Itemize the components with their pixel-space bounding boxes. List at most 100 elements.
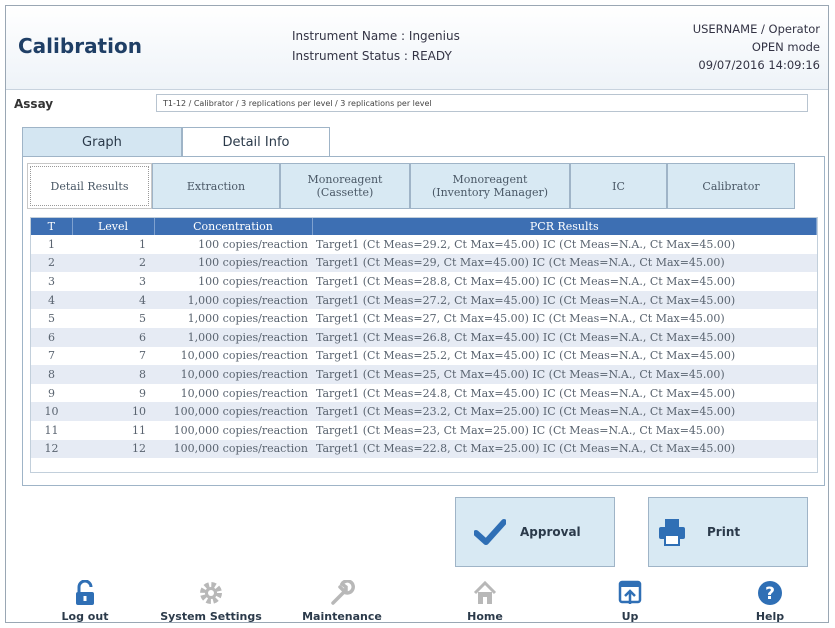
assay-label: Assay: [14, 97, 54, 111]
cell-level: 10: [72, 402, 154, 421]
subtab-detail-results[interactable]: Detail Results: [27, 163, 152, 209]
nav-system-settings-label: System Settings: [160, 610, 262, 623]
wrench-icon: [282, 578, 402, 606]
instrument-info: Instrument Name : Ingenius Instrument St…: [292, 26, 460, 66]
cell-t: 1: [31, 235, 72, 254]
table-row[interactable]: 1 1 100 copies/reaction Target1 (Ct Meas=29…: [31, 235, 817, 254]
cell-t: 8: [31, 365, 72, 384]
tab-graph[interactable]: Graph: [22, 127, 182, 157]
nav-up[interactable]: Up: [570, 578, 690, 623]
cell-pcr-results: Target1 (Ct Meas=27.2, Ct Max=45.00) IC …: [312, 290, 817, 310]
cell-level: 2: [72, 253, 154, 273]
up-arrow-icon: [570, 578, 690, 606]
cell-level: 4: [72, 290, 154, 310]
approval-button[interactable]: Approval: [455, 497, 615, 567]
table-row[interactable]: 8 8 10,000 copies/reaction Target1 (Ct Meas…: [31, 365, 817, 384]
user-info: USERNAME / Operator OPEN mode 09/07/2016…: [693, 20, 820, 74]
cell-concentration: 1,000 copies/reaction: [154, 309, 312, 328]
cell-pcr-results: Target1 (Ct Meas=22.8, Ct Max=25.00) IC …: [312, 439, 817, 459]
cell-concentration: 1,000 copies/reaction: [154, 290, 312, 310]
cell-level: 1: [72, 235, 154, 254]
cell-t: 10: [31, 402, 72, 421]
cell-level: 3: [72, 272, 154, 291]
assay-field: T1-12 / Calibrator / 3 replications per …: [156, 94, 808, 112]
datetime: 09/07/2016 14:09:16: [698, 58, 820, 72]
username: USERNAME / Operator: [692, 22, 820, 36]
svg-text:?: ?: [765, 584, 775, 604]
cell-t: 7: [31, 346, 72, 366]
cell-t: 6: [31, 327, 72, 347]
nav-logout-label: Log out: [61, 610, 109, 623]
table-row[interactable]: 12 12 100,000 copies/reaction Target1 (Ct M…: [31, 439, 817, 459]
table-row[interactable]: 9 9 10,000 copies/reaction Target1 (Ct Meas…: [31, 383, 817, 403]
nav-maintenance[interactable]: Maintenance: [282, 578, 402, 623]
subtab-ic[interactable]: IC: [570, 163, 667, 209]
cell-concentration: 100 copies/reaction: [154, 272, 312, 291]
cell-level: 12: [72, 439, 154, 459]
table-row[interactable]: 6 6 1,000 copies/reaction Target1 (Ct Meas=…: [31, 327, 817, 347]
gear-icon: [151, 578, 271, 606]
subtab-monoreagent-inventory[interactable]: Monoreagent (Inventory Manager): [410, 163, 570, 209]
nav-help[interactable]: ? Help: [710, 578, 830, 623]
cell-pcr-results: Target1 (Ct Meas=28.8, Ct Max=45.00) IC …: [312, 272, 817, 291]
table-row[interactable]: 4 4 1,000 copies/reaction Target1 (Ct Meas=…: [31, 290, 817, 310]
results-table-container: T Level Concentration PCR Results 1 1 100 …: [30, 217, 818, 473]
printer-icon: [657, 517, 687, 547]
table-row[interactable]: 11 11 100,000 copies/reaction Target1 (Ct M…: [31, 420, 817, 440]
subtab-extraction[interactable]: Extraction: [152, 163, 280, 209]
nav-home-label: Home: [467, 610, 503, 623]
table-row[interactable]: 5 5 1,000 copies/reaction Target1 (Ct Meas=…: [31, 309, 817, 328]
cell-pcr-results: Target1 (Ct Meas=25.2, Ct Max=45.00) IC …: [312, 346, 817, 366]
instrument-name: Instrument Name : Ingenius: [292, 29, 460, 43]
cell-concentration: 10,000 copies/reaction: [154, 346, 312, 366]
col-header-pcr-results[interactable]: PCR Results: [312, 218, 817, 235]
nav-system-settings[interactable]: System Settings: [151, 578, 271, 623]
approval-label: Approval: [520, 525, 581, 539]
cell-pcr-results: Target1 (Ct Meas=27, Ct Max=45.00) IC (C…: [312, 309, 817, 328]
cell-pcr-results: Target1 (Ct Meas=25, Ct Max=45.00) IC (C…: [312, 365, 817, 384]
nav-logout[interactable]: Log out: [25, 578, 145, 623]
cell-concentration: 1,000 copies/reaction: [154, 327, 312, 347]
table-header-row: T Level Concentration PCR Results: [31, 218, 817, 235]
cell-t: 12: [31, 439, 72, 459]
cell-level: 7: [72, 346, 154, 366]
cell-pcr-results: Target1 (Ct Meas=29, Ct Max=45.00) IC (C…: [312, 253, 817, 273]
nav-up-label: Up: [621, 610, 639, 623]
col-header-concentration[interactable]: Concentration: [154, 218, 313, 235]
mode: OPEN mode: [751, 40, 820, 54]
cell-t: 3: [31, 272, 72, 291]
cell-pcr-results: Target1 (Ct Meas=23.2, Ct Max=25.00) IC …: [312, 402, 817, 421]
cell-t: 4: [31, 290, 72, 310]
cell-t: 2: [31, 253, 72, 273]
tab-detail-info[interactable]: Detail Info: [182, 127, 330, 157]
cell-level: 6: [72, 327, 154, 347]
cell-concentration: 100,000 copies/reaction: [154, 420, 312, 440]
cell-concentration: 10,000 copies/reaction: [154, 383, 312, 403]
home-icon: [425, 578, 545, 606]
cell-pcr-results: Target1 (Ct Meas=23, Ct Max=25.00) IC (C…: [312, 420, 817, 440]
question-icon: ?: [710, 578, 830, 606]
checkmark-icon: [474, 519, 506, 545]
cell-concentration: 100 copies/reaction: [154, 253, 312, 273]
cell-concentration: 100 copies/reaction: [154, 235, 312, 254]
cell-pcr-results: Target1 (Ct Meas=29.2, Ct Max=45.00) IC …: [312, 235, 817, 254]
cell-level: 5: [72, 309, 154, 328]
nav-home[interactable]: Home: [425, 578, 545, 623]
subtab-calibrator[interactable]: Calibrator: [667, 163, 795, 209]
table-row[interactable]: 7 7 10,000 copies/reaction Target1 (Ct Meas…: [31, 346, 817, 366]
cell-concentration: 100,000 copies/reaction: [154, 439, 312, 459]
page-title: Calibration: [18, 34, 142, 58]
col-header-t[interactable]: T: [31, 218, 73, 235]
cell-t: 5: [31, 309, 72, 328]
col-header-level[interactable]: Level: [72, 218, 155, 235]
print-label: Print: [707, 525, 741, 539]
cell-level: 8: [72, 365, 154, 384]
print-button[interactable]: Print: [648, 497, 808, 567]
cell-pcr-results: Target1 (Ct Meas=24.8, Ct Max=45.00) IC …: [312, 383, 817, 403]
table-row[interactable]: 2 2 100 copies/reaction Target1 (Ct Meas=29…: [31, 253, 817, 273]
unlock-icon: [25, 578, 145, 606]
table-row[interactable]: 10 10 100,000 copies/reaction Target1 (Ct M…: [31, 402, 817, 421]
subtab-monoreagent-cassette[interactable]: Monoreagent (Cassette): [280, 163, 410, 209]
table-row[interactable]: 3 3 100 copies/reaction Target1 (Ct Meas=28…: [31, 272, 817, 291]
results-table: T Level Concentration PCR Results 1 1 100 …: [31, 218, 817, 459]
